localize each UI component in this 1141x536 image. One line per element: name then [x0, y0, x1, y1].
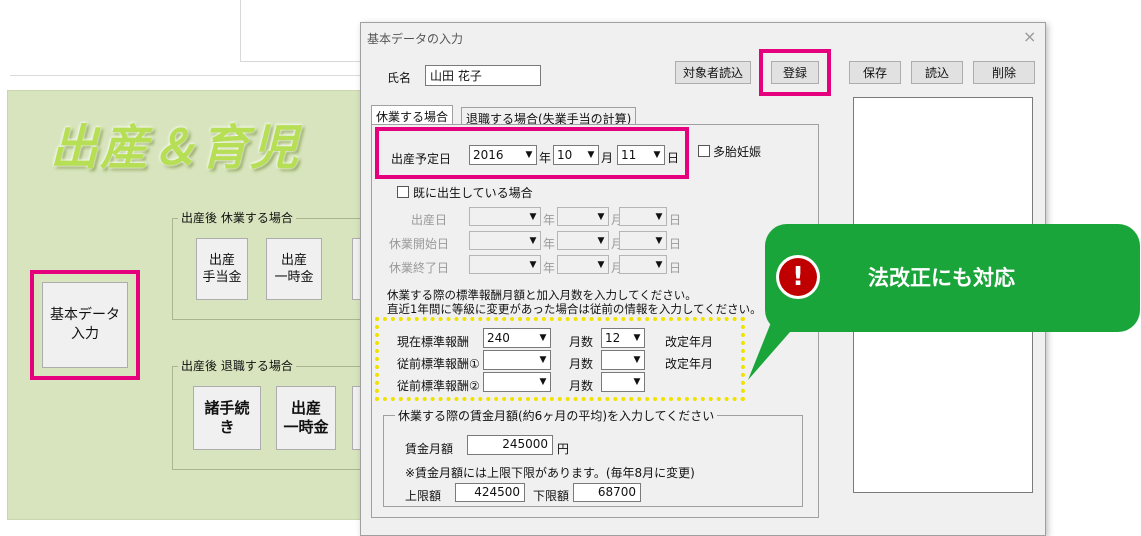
load-target-button[interactable]: 対象者読込 — [675, 61, 751, 84]
childbirth-lump-sum-button[interactable]: 出産 一時金 — [266, 238, 322, 300]
due-day-value: 11 — [621, 148, 637, 162]
birth-year-select[interactable]: ▼ — [469, 207, 541, 226]
birth-date-label: 出産日 — [411, 213, 448, 227]
prev-months-2-label: 月数 — [569, 379, 594, 393]
chevron-down-icon: ▼ — [539, 377, 547, 387]
divider — [10, 75, 370, 76]
leave-end-day-unit: 日 — [669, 261, 682, 275]
wage-label: 賃金月額 — [405, 442, 454, 456]
callout-text: 法改正にも対応 — [868, 266, 1015, 290]
leave-end-month-select[interactable]: ▼ — [557, 255, 609, 274]
leave-start-year-select[interactable]: ▼ — [469, 231, 541, 250]
chevron-down-icon: ▼ — [653, 150, 661, 160]
current-salary-label: 現在標準報酬 — [397, 335, 470, 349]
birth-year-unit: 年 — [543, 213, 556, 227]
prev-salary-1-label: 従前標準報酬① — [397, 357, 480, 371]
wage-group-label: 休業する際の賃金月額(約6ヶ月の平均)を入力してください — [395, 407, 718, 424]
multiple-pregnancy-label: 多胎妊娠 — [713, 145, 762, 159]
leave-start-day-unit: 日 — [669, 237, 682, 251]
birth-day-unit: 日 — [669, 213, 682, 227]
due-year-value: 2016 — [473, 148, 504, 162]
leave-start-label: 休業開始日 — [389, 237, 450, 251]
upper-limit-field[interactable]: 424500 — [455, 483, 525, 502]
wage-field[interactable]: 245000 — [467, 435, 553, 455]
due-month-value: 10 — [557, 148, 573, 162]
chevron-down-icon: ▼ — [597, 259, 605, 270]
lower-limit-label: 下限額 — [533, 489, 570, 503]
current-revision-label: 改定年月 — [665, 335, 714, 349]
chevron-down-icon: ▼ — [655, 211, 663, 222]
prev-salary-2-label: 従前標準報酬② — [397, 379, 480, 393]
leave-end-year-select[interactable]: ▼ — [469, 255, 541, 274]
multiple-pregnancy-checkbox[interactable] — [698, 145, 710, 157]
highlight-register — [759, 49, 831, 96]
instruction-line-2: 直近1年間に等級に変更があった場合は従前の情報を入力してください。 — [387, 302, 762, 316]
group-leave-label: 出産後 休業する場合 — [178, 209, 296, 226]
basic-data-input-button[interactable]: 基本データ 入力 — [42, 282, 128, 368]
dialog-title: 基本データの入力 — [367, 32, 464, 46]
prev-salary-2-select[interactable]: ▼ — [483, 372, 551, 392]
birth-day-select[interactable]: ▼ — [619, 207, 667, 226]
delete-button[interactable]: 削除 — [973, 61, 1035, 84]
current-months-value: 12 — [605, 331, 621, 345]
exclamation-glyph: ! — [779, 258, 817, 296]
load-button[interactable]: 読込 — [911, 61, 963, 84]
chevron-down-icon: ▼ — [597, 235, 605, 246]
prev-months-1-select[interactable]: ▼ — [601, 350, 645, 370]
due-year-select[interactable]: 2016 ▼ — [469, 145, 537, 165]
prev-salary-1-select[interactable]: ▼ — [483, 350, 551, 370]
save-button[interactable]: 保存 — [849, 61, 901, 84]
already-born-checkbox[interactable] — [397, 186, 409, 198]
leave-end-label: 休業終了日 — [389, 261, 450, 275]
lower-limit-field[interactable]: 68700 — [573, 483, 641, 502]
chevron-down-icon: ▼ — [655, 235, 663, 246]
already-born-label: 既に出生している場合 — [413, 186, 533, 200]
chevron-down-icon: ▼ — [587, 150, 595, 160]
chevron-down-icon: ▼ — [655, 259, 663, 270]
due-date-label: 出産予定日 — [391, 152, 452, 166]
current-salary-value: 240 — [487, 331, 510, 345]
maternity-allowance-button[interactable]: 出産 手当金 — [196, 238, 248, 300]
prev-revision-1-label: 改定年月 — [665, 357, 714, 371]
leave-end-day-select[interactable]: ▼ — [619, 255, 667, 274]
exclamation-icon: ! — [776, 255, 820, 299]
current-months-select[interactable]: 12 ▼ — [601, 328, 645, 348]
leave-start-month-select[interactable]: ▼ — [557, 231, 609, 250]
chevron-down-icon: ▼ — [529, 211, 537, 222]
chevron-down-icon: ▼ — [529, 235, 537, 246]
due-year-unit: 年 — [539, 151, 552, 165]
chevron-down-icon: ▼ — [525, 150, 533, 160]
close-icon[interactable]: × — [1023, 27, 1036, 46]
chevron-down-icon: ▼ — [633, 377, 641, 387]
procedures-button[interactable]: 諸手続 き — [193, 386, 261, 450]
current-months-label: 月数 — [569, 335, 594, 349]
due-month-unit: 月 — [601, 151, 614, 165]
name-label: 氏名 — [387, 71, 412, 85]
leave-start-year-unit: 年 — [543, 237, 556, 251]
chevron-down-icon: ▼ — [529, 259, 537, 270]
group-retire-label: 出産後 退職する場合 — [178, 357, 296, 374]
chevron-down-icon: ▼ — [633, 355, 641, 365]
chevron-down-icon: ▼ — [539, 355, 547, 365]
current-salary-select[interactable]: 240 ▼ — [483, 328, 551, 348]
chevron-down-icon: ▼ — [633, 333, 641, 343]
background-window-edge — [240, 0, 380, 62]
leave-start-day-select[interactable]: ▼ — [619, 231, 667, 250]
prev-months-1-label: 月数 — [569, 357, 594, 371]
birth-month-select[interactable]: ▼ — [557, 207, 609, 226]
name-field[interactable]: 山田 花子 — [425, 65, 541, 86]
chevron-down-icon: ▼ — [597, 211, 605, 222]
retire-lump-sum-button[interactable]: 出産 一時金 — [276, 386, 336, 450]
due-day-select[interactable]: 11 ▼ — [617, 145, 665, 165]
upper-limit-label: 上限額 — [405, 489, 442, 503]
wage-unit: 円 — [557, 442, 570, 456]
due-month-select[interactable]: 10 ▼ — [553, 145, 599, 165]
leave-end-year-unit: 年 — [543, 261, 556, 275]
chevron-down-icon: ▼ — [539, 333, 547, 343]
due-day-unit: 日 — [667, 151, 680, 165]
prev-months-2-select[interactable]: ▼ — [601, 372, 645, 392]
wage-note: ※賃金月額には上限下限があります。(毎年8月に変更) — [405, 466, 695, 480]
app-logo-text: 出産＆育児 — [50, 120, 301, 176]
